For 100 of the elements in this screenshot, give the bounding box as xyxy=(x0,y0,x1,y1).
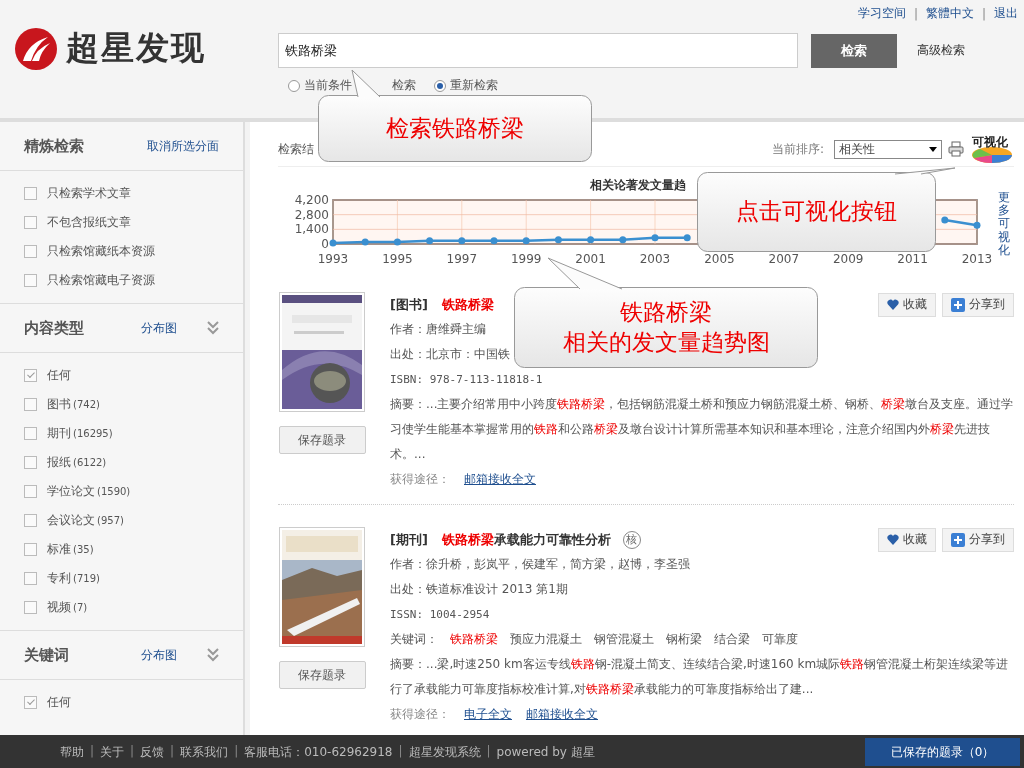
separator: | xyxy=(170,743,175,760)
checkbox[interactable] xyxy=(24,485,37,498)
result-title[interactable]: 铁路桥梁 xyxy=(441,295,494,314)
axis-label: 2003 xyxy=(639,252,671,266)
heart-icon xyxy=(887,299,899,310)
facet-label: 只检索馆藏电子资源 xyxy=(47,272,155,289)
sort-label: 当前排序: xyxy=(771,140,824,158)
result-detail: 出处：北京市：中国铁 xyxy=(390,346,510,363)
visualize-button[interactable]: 可视化 xyxy=(970,134,1014,164)
checkbox[interactable] xyxy=(24,427,37,440)
radio-label: 当前条件 xyxy=(304,77,352,94)
checkbox[interactable] xyxy=(24,572,37,585)
radio-button[interactable] xyxy=(434,79,446,92)
checkbox[interactable] xyxy=(24,274,37,287)
result-summary: 检索结 xyxy=(278,140,314,158)
checkbox[interactable] xyxy=(24,216,37,229)
data-point xyxy=(490,237,498,245)
callout-text: 相关的发文量趋势图 xyxy=(562,327,770,357)
keyword-link[interactable]: 可靠度 xyxy=(762,627,798,652)
fulltext-link[interactable]: 邮箱接收全文 xyxy=(526,702,598,727)
axis-label: 4,200 xyxy=(294,193,329,207)
checkbox[interactable] xyxy=(24,398,37,411)
pie-chart-icon xyxy=(970,146,1014,164)
callout-text: 铁路桥梁 xyxy=(620,297,712,327)
facet-label: 学位论文 (1590) xyxy=(47,483,131,500)
share-button[interactable]: 分享到 xyxy=(942,292,1014,317)
footer-link[interactable]: 反馈 xyxy=(140,743,165,761)
top-link[interactable]: 退出 xyxy=(994,5,1018,22)
data-point xyxy=(458,237,466,245)
section-title: 精炼检索 xyxy=(24,136,85,156)
axis-label: 1993 xyxy=(317,252,349,266)
radio-button[interactable] xyxy=(288,79,300,92)
advanced-search-link[interactable]: 高级检索 xyxy=(917,42,965,59)
data-point xyxy=(361,238,369,246)
top-link[interactable]: 学习空间 xyxy=(857,5,906,22)
footer-link[interactable]: 联系我们 xyxy=(180,743,229,761)
field-label: 关键词： xyxy=(390,631,438,648)
axis-label: 2009 xyxy=(832,252,864,266)
checkbox[interactable] xyxy=(24,601,37,614)
search-button[interactable]: 检索 xyxy=(811,33,897,68)
result-detail: 摘要：...主要介绍常用中小跨度铁路桥梁，包括钢筋混凝土桥和预应力钢筋混凝土桥、钢桥、桥梁墩台及支座。通过学习使学生能基本掌握常用的铁路和公路桥梁及墩台设计计算所需基本知识和基本理论，注意介绍国内外桥梁先进技术。... xyxy=(390,396,1014,463)
separator: | xyxy=(130,743,135,760)
result-detail: 摘要：...梁,时速250 km客运专线铁路钢-混凝土简支、连续结合梁,时速160 km城际铁路钢管混凝土桁架连续梁等进行了承载能力可靠度指标校准计算,对铁路桥梁承载能力的可靠度指标给出了建... xyxy=(390,656,1010,698)
result-title[interactable]: 铁路桥梁承载能力可靠性分析 xyxy=(441,530,611,549)
separator: | xyxy=(398,743,403,760)
heart-icon xyxy=(887,534,899,545)
checkbox[interactable] xyxy=(24,187,37,200)
checkbox[interactable] xyxy=(24,514,37,527)
facet-label: 只检索馆藏纸本资源 xyxy=(47,243,155,260)
footer-link[interactable]: 超星发现系统 xyxy=(408,743,481,761)
facet-label: 标准 (35) xyxy=(47,541,94,558)
facet-label: 任何 xyxy=(47,694,71,711)
save-record-button[interactable]: 保存题录 xyxy=(278,661,366,689)
separator: | xyxy=(981,6,986,21)
footer-link[interactable]: 帮助 xyxy=(60,743,84,761)
collect-button[interactable]: 收藏 xyxy=(878,292,936,317)
plus-icon xyxy=(951,532,965,547)
expand-icon[interactable] xyxy=(207,321,219,335)
section-link[interactable]: 分布图 xyxy=(141,646,177,664)
axis-label: 2011 xyxy=(897,252,928,266)
data-point xyxy=(941,216,949,224)
section-link[interactable]: 取消所选分面 xyxy=(147,137,219,155)
footer-link[interactable]: 客服电话：010-62962918 xyxy=(244,743,393,761)
collect-button[interactable]: 收藏 xyxy=(878,527,936,552)
data-point xyxy=(683,234,691,242)
print-icon[interactable] xyxy=(948,141,964,157)
fulltext-link[interactable]: 电子全文 xyxy=(464,702,512,727)
checkbox[interactable] xyxy=(24,369,37,382)
field-label: 获得途径： xyxy=(390,706,450,723)
sort-dropdown[interactable]: 相关性 xyxy=(834,139,942,159)
search-field[interactable]: 铁路桥梁 xyxy=(278,33,798,68)
axis-label: 1995 xyxy=(382,252,413,266)
fulltext-link[interactable]: 邮箱接收全文 xyxy=(464,467,536,492)
keyword-link[interactable]: 钢桁梁 xyxy=(666,627,702,652)
save-record-button[interactable]: 保存题录 xyxy=(278,426,366,454)
checkbox[interactable] xyxy=(24,543,37,556)
section-title: 内容类型 xyxy=(24,318,85,338)
logo-icon xyxy=(14,26,58,71)
facet-label: 期刊 (16295) xyxy=(47,425,113,442)
result-detail: 作者：徐升桥，彭岚平，侯建军，简方梁，赵博，李圣强 xyxy=(390,556,690,573)
radio-label: 检索 xyxy=(392,77,416,94)
expand-icon[interactable] xyxy=(207,648,219,662)
checkbox[interactable] xyxy=(24,456,37,469)
top-link[interactable]: 繁體中文 xyxy=(925,5,974,22)
share-button[interactable]: 分享到 xyxy=(942,527,1014,552)
footer-link[interactable]: powered by 超星 xyxy=(496,743,595,761)
keyword-link[interactable]: 预应力混凝土 xyxy=(510,627,582,652)
footer-link[interactable]: 关于 xyxy=(100,743,125,761)
section-link[interactable]: 分布图 xyxy=(141,319,177,337)
more-visualization-link[interactable]: 更多可视化 xyxy=(998,191,1010,257)
checkbox[interactable] xyxy=(24,696,37,709)
data-point xyxy=(973,221,981,229)
keyword-link[interactable]: 铁路桥梁 xyxy=(450,627,498,652)
saved-records-button[interactable]: 已保存的题录（0） xyxy=(865,738,1020,766)
type-tag: [期刊] xyxy=(390,530,428,549)
axis-label: 1997 xyxy=(446,252,478,266)
keyword-link[interactable]: 钢管混凝土 xyxy=(594,627,654,652)
result-detail: 作者：唐维舜主编 xyxy=(390,321,486,338)
checkbox[interactable] xyxy=(24,245,37,258)
keyword-link[interactable]: 结合梁 xyxy=(714,627,750,652)
